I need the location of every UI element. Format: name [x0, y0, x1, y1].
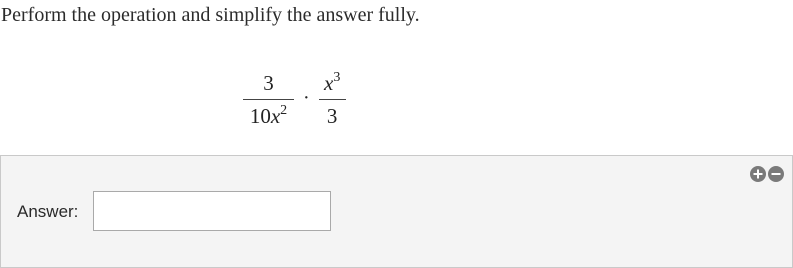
plus-circle-icon[interactable] — [750, 166, 766, 182]
answer-input[interactable] — [93, 191, 331, 231]
fraction-right-numerator: x3 — [322, 70, 342, 96]
numerator-exponent: 3 — [333, 69, 341, 85]
denominator-exponent: 2 — [280, 102, 288, 118]
answer-panel: Answer: — [0, 155, 793, 268]
numerator-variable: x — [324, 70, 334, 95]
denominator-coefficient: 10 — [249, 103, 271, 128]
multiplication-dot: · — [303, 86, 310, 109]
fraction-left-denominator: 10x2 — [248, 103, 289, 129]
answer-label: Answer: — [17, 202, 79, 221]
fraction-right-bar — [318, 98, 346, 100]
fraction-right-denominator: 3 — [326, 103, 338, 128]
zoom-controls — [750, 166, 784, 182]
fraction-right: x3 3 — [318, 70, 346, 129]
minus-circle-icon[interactable] — [768, 166, 784, 182]
question-prompt: Perform the operation and simplify the a… — [1, 4, 420, 26]
fraction-left: 3 10x2 — [243, 70, 294, 129]
denominator-variable: x — [270, 103, 281, 128]
math-expression: 3 10x2 · x3 3 — [243, 64, 346, 134]
fraction-left-bar — [243, 98, 294, 100]
fraction-left-numerator: 3 — [263, 70, 274, 95]
